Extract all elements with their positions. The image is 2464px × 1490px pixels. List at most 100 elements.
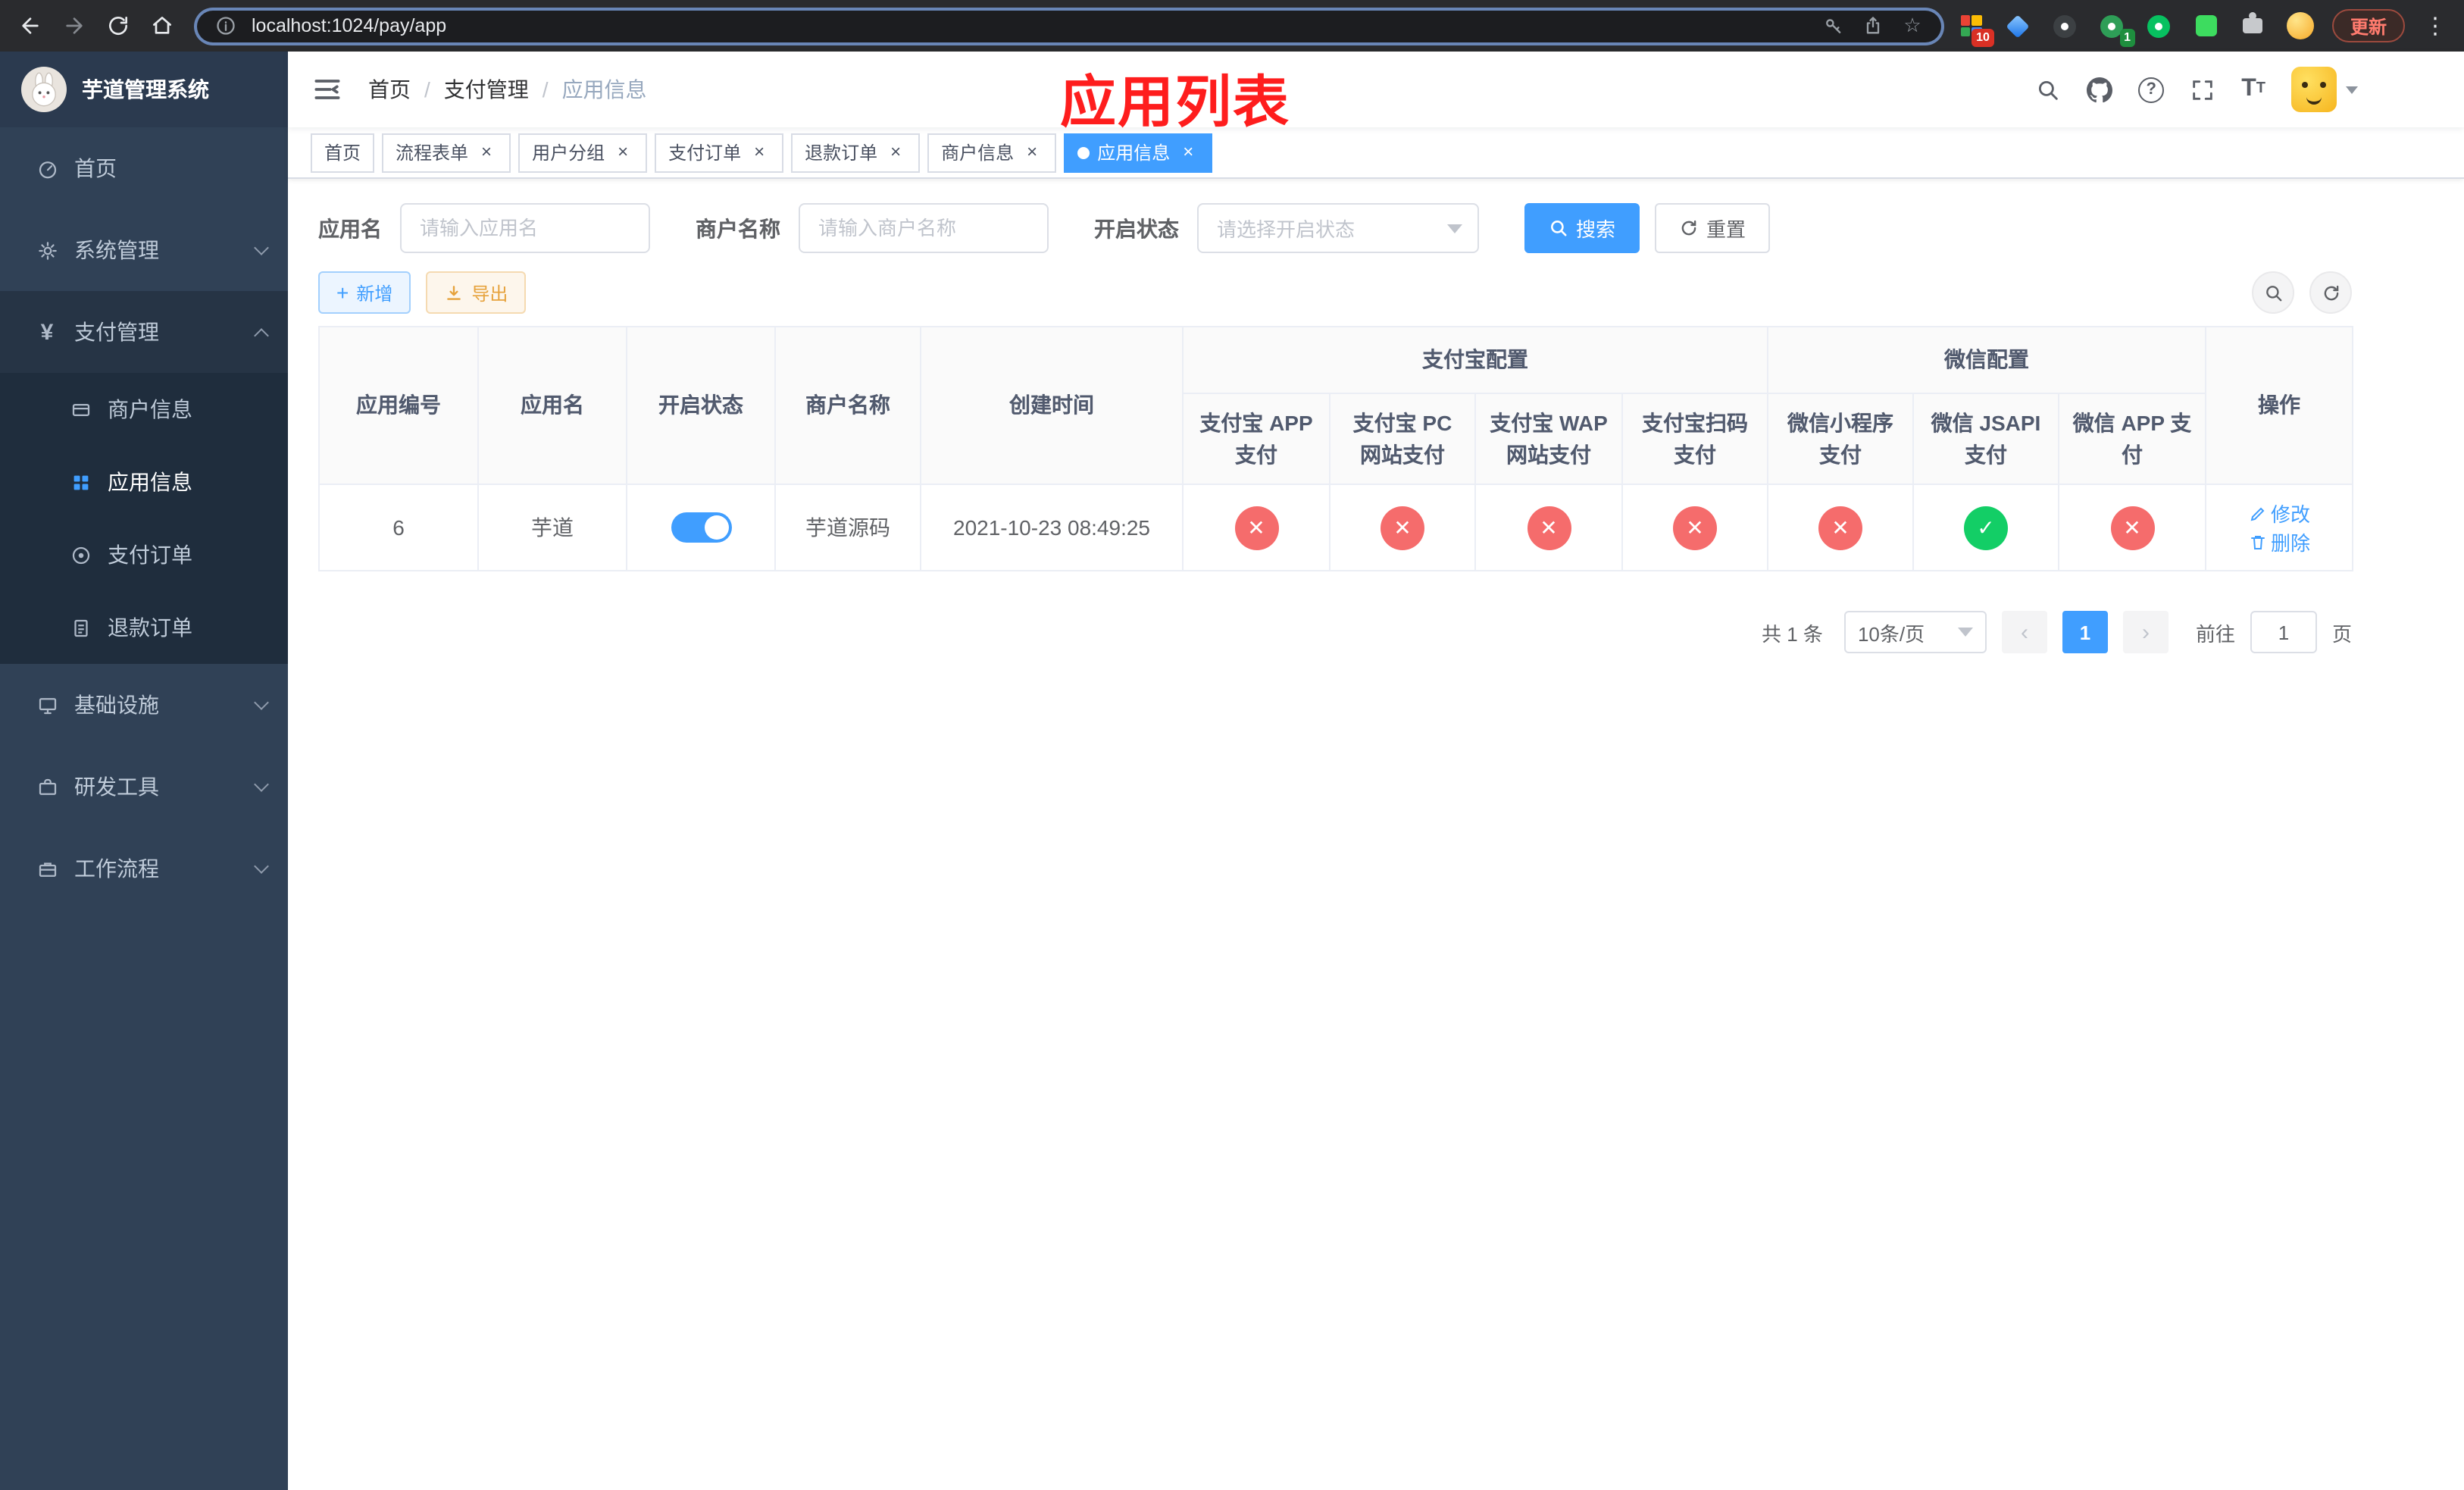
app-name-input[interactable] [400, 203, 650, 253]
column-header-wechat-mini: 微信小程序支付 [1767, 393, 1914, 485]
screen: localhost:1024/pay/app ☆ 10 1 更新 ⋮ 芋道管理系… [0, 0, 2464, 1490]
forward-icon[interactable] [53, 5, 94, 46]
tab-app-info[interactable]: 应用信息 × [1064, 133, 1213, 172]
password-key-icon[interactable] [1820, 12, 1847, 39]
chevron-down-icon [254, 777, 269, 792]
alipay-app-status-icon: ✕ [1234, 506, 1278, 549]
font-small-glyph: T [2256, 80, 2265, 97]
cell-alipay-qr: ✕ [1621, 484, 1768, 571]
close-icon[interactable]: × [885, 141, 906, 163]
sidebar-item-pay-orders[interactable]: 支付订单 [0, 518, 288, 591]
sidebar-item-devtools[interactable]: 研发工具 [0, 746, 288, 828]
sidebar-item-home[interactable]: 首页 [0, 127, 288, 209]
user-avatar[interactable] [2291, 67, 2358, 112]
merchant-name-input[interactable] [799, 203, 1049, 253]
home-icon[interactable] [141, 5, 182, 46]
tab-label: 用户分组 [532, 142, 605, 164]
close-icon[interactable]: × [476, 141, 497, 163]
sidebar-toggle-icon[interactable] [311, 73, 344, 106]
next-page-button[interactable]: › [2122, 611, 2169, 653]
merchant-name-label: 商户名称 [696, 216, 780, 240]
page-size-select[interactable]: 10条/页 [1843, 611, 1987, 653]
column-header-app-id: 应用编号 [318, 326, 479, 485]
edit-button[interactable]: 修改 [2248, 499, 2310, 527]
sidebar-item-system[interactable]: 系统管理 [0, 209, 288, 291]
sidebar-item-infra[interactable]: 基础设施 [0, 664, 288, 746]
delete-button[interactable]: 删除 [2248, 527, 2310, 556]
browser-menu-icon[interactable]: ⋮ [2422, 12, 2449, 39]
sidebar-item-payment[interactable]: ¥ 支付管理 [0, 291, 288, 373]
column-header-alipay-pc: 支付宝 PC 网站支付 [1329, 393, 1476, 485]
plus-icon: + [336, 280, 349, 305]
github-icon[interactable] [2087, 77, 2113, 102]
search-button[interactable]: 搜索 [1524, 203, 1640, 253]
table-toolbar: + 新增 导出 [318, 271, 2352, 314]
extension-icon-wechat[interactable] [2144, 11, 2175, 41]
sidebar-item-merchant-info[interactable]: 商户信息 [0, 373, 288, 446]
tab-label: 商户信息 [941, 142, 1015, 164]
extensions-puzzle-icon[interactable] [2238, 11, 2269, 41]
toggle-search-button[interactable] [2252, 271, 2294, 314]
column-header-app-name: 应用名 [477, 326, 627, 485]
order-icon [64, 543, 97, 566]
column-header-wechat-app: 微信 APP 支付 [2057, 393, 2207, 485]
tab-refund-orders[interactable]: 退款订单 × [791, 133, 921, 172]
tab-process-form[interactable]: 流程表单 × [382, 133, 511, 172]
tab-merchant-info[interactable]: 商户信息 × [927, 133, 1057, 172]
page-annotation-title: 应用列表 [1060, 71, 1290, 133]
url-text[interactable]: localhost:1024/pay/app [252, 15, 1808, 36]
column-header-wechat-jsapi: 微信 JSAPI 支付 [1912, 393, 2059, 485]
close-icon[interactable]: × [1021, 141, 1043, 163]
page-content: 应用名 商户名称 开启状态 请选择开启状态 搜索 [288, 179, 2464, 1490]
extension-icon-colorgrid[interactable]: 10 [1956, 11, 1994, 47]
prev-page-button[interactable]: ‹ [2001, 611, 2047, 653]
close-icon[interactable]: × [612, 141, 633, 163]
tab-user-group[interactable]: 用户分组 × [518, 133, 648, 172]
tab-pay-orders[interactable]: 支付订单 × [655, 133, 784, 172]
chrome-update-button[interactable]: 更新 [2331, 9, 2405, 42]
extension-icon-diamond[interactable] [2003, 11, 2034, 41]
breadcrumb-home[interactable]: 首页 [368, 74, 411, 105]
sidebar-item-workflow[interactable]: 工作流程 [0, 828, 288, 909]
extension-icon-green-square[interactable] [2191, 11, 2222, 41]
refresh-button[interactable] [2309, 271, 2352, 314]
card-icon [64, 398, 97, 421]
app-logo[interactable]: 芋道管理系统 [0, 52, 288, 127]
tab-home[interactable]: 首页 [311, 133, 375, 172]
breadcrumb-section[interactable]: 支付管理 [444, 74, 529, 105]
page-number-1[interactable]: 1 [2062, 611, 2108, 653]
sidebar-item-refund-orders[interactable]: 退款订单 [0, 591, 288, 664]
breadcrumb-separator: / [542, 77, 549, 102]
cell-actions: 修改 删除 [2205, 484, 2354, 571]
font-size-icon[interactable]: TT [2241, 77, 2265, 102]
url-bar[interactable]: localhost:1024/pay/app ☆ [194, 7, 1944, 45]
close-icon[interactable]: × [749, 141, 770, 163]
tab-label: 支付订单 [668, 142, 742, 164]
extension-icon-green-badge[interactable]: 1 [2097, 11, 2135, 47]
green-square-glyph [2195, 15, 2217, 36]
column-header-status: 开启状态 [626, 326, 776, 485]
extension-icon-dark[interactable] [2050, 11, 2081, 41]
search-icon[interactable] [2035, 77, 2061, 102]
reload-icon[interactable] [97, 5, 138, 46]
goto-page-input[interactable] [2250, 611, 2317, 653]
delete-button-label: 删除 [2271, 532, 2311, 555]
edit-button-label: 修改 [2271, 503, 2311, 526]
fullscreen-icon[interactable] [2190, 77, 2215, 102]
sidebar-item-app-info[interactable]: 应用信息 [0, 446, 288, 518]
status-toggle[interactable] [671, 512, 731, 543]
close-icon[interactable]: × [1177, 141, 1199, 163]
cell-create-time: 2021-10-23 08:49:25 [920, 484, 1184, 571]
browser-profile-avatar[interactable] [2285, 11, 2315, 41]
chevron-down-icon [254, 240, 269, 255]
site-info-icon[interactable] [212, 12, 239, 39]
add-button[interactable]: + 新增 [318, 271, 411, 314]
help-icon[interactable]: ? [2138, 77, 2165, 102]
back-icon[interactable] [9, 5, 50, 46]
bookmark-star-icon[interactable]: ☆ [1899, 12, 1926, 39]
active-dot [1077, 146, 1090, 158]
share-icon[interactable] [1859, 12, 1887, 39]
status-select[interactable]: 请选择开启状态 [1197, 203, 1479, 253]
export-button[interactable]: 导出 [426, 271, 527, 314]
reset-button[interactable]: 重置 [1655, 203, 1771, 253]
